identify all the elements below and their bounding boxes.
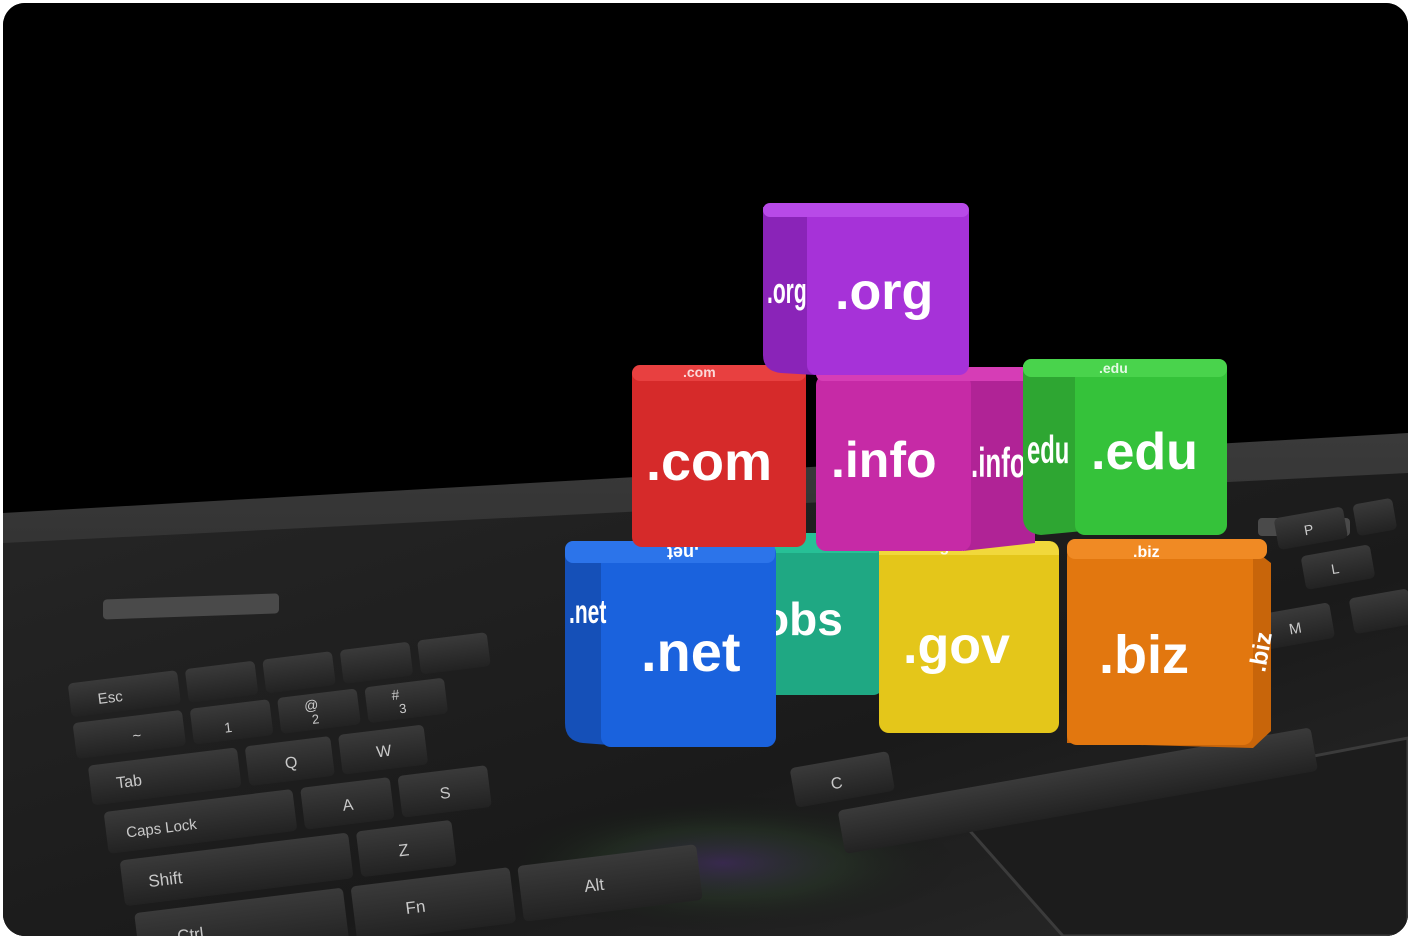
domain-cubes-scene: Esc ~ 1 @ 2 # 3 Tab Q W Caps Lock A S Sh… — [3, 3, 1408, 936]
cube-net: .net .net .net — [565, 541, 776, 747]
key-alt-label: Alt — [583, 875, 605, 896]
cube-edu: .edu .edu edu — [1023, 359, 1227, 535]
key-esc-label: Esc — [97, 688, 124, 708]
cube-net-front-label: .net — [641, 620, 741, 683]
cube-info-front-label: .info — [831, 432, 937, 488]
cube-com: .com .com — [632, 364, 806, 547]
cube-gov: .gov .gov — [879, 538, 1059, 733]
cube-edu-front-label: .edu — [1091, 423, 1198, 481]
key-w-label: W — [375, 743, 393, 762]
cube-com-front-label: .com — [646, 432, 772, 492]
key-fn-label: Fn — [404, 897, 426, 918]
cube-org-side-label: .org — [767, 271, 807, 311]
cube-biz: .biz .biz .biz — [1067, 539, 1278, 748]
cube-org: .org .org — [763, 203, 969, 375]
key-tab-label: Tab — [115, 772, 143, 792]
cube-biz-front-label: .biz — [1099, 625, 1189, 685]
cube-edu-top-label: .edu — [1099, 360, 1128, 376]
cube-com-top-label: .com — [683, 364, 716, 380]
cube-org-front-label: .org — [835, 263, 933, 321]
key-ctrl-label: Ctrl — [176, 924, 205, 936]
cube-edu-side-label: edu — [1027, 428, 1069, 471]
cube-net-side-label: .net — [569, 593, 606, 630]
cube-info: .info .info — [816, 367, 1036, 551]
cube-gov-front-label: .gov — [903, 617, 1010, 675]
cube-info-side-label: .info — [971, 441, 1026, 487]
key-s-label: S — [439, 785, 452, 803]
photo-frame: Esc ~ 1 @ 2 # 3 Tab Q W Caps Lock A S Sh… — [3, 3, 1408, 936]
cube-biz-top-label: .biz — [1133, 544, 1160, 561]
key-q-label: Q — [284, 754, 298, 772]
